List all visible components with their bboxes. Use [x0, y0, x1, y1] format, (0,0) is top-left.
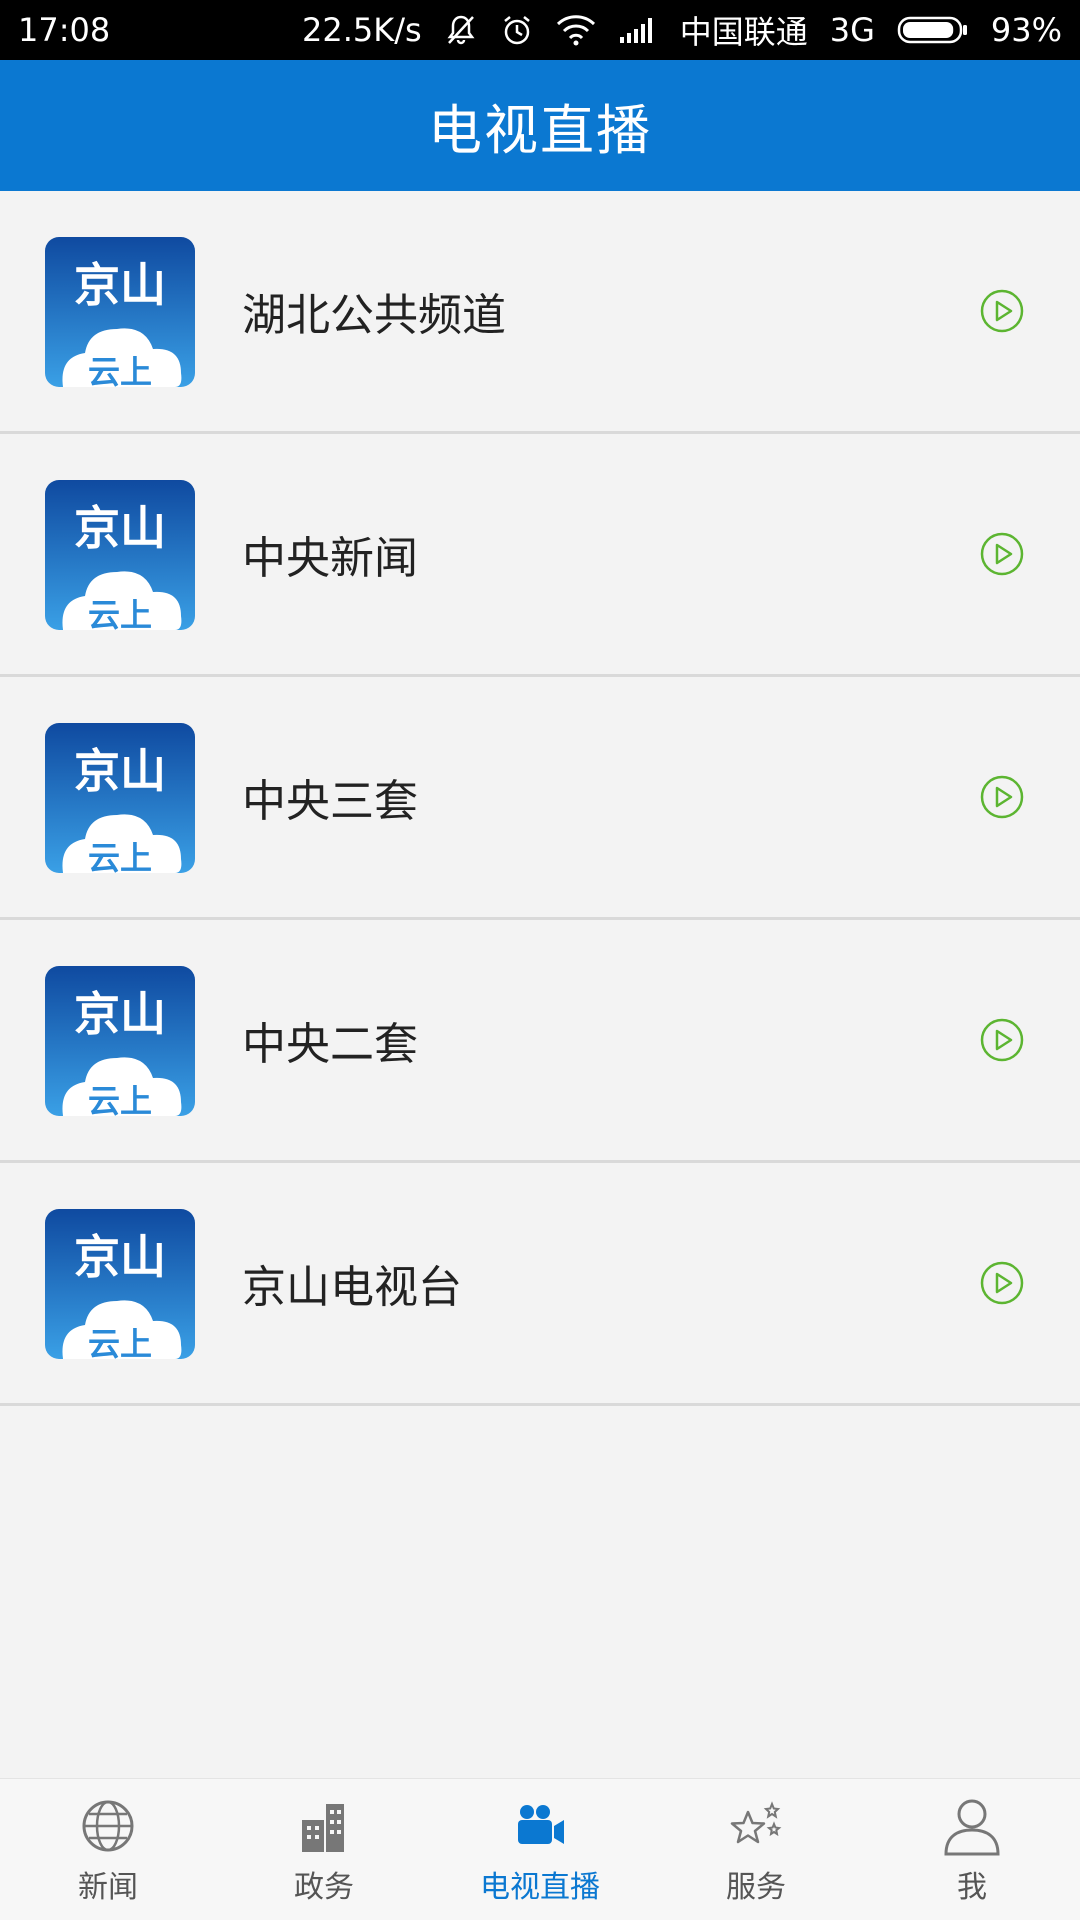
status-right: 22.5K/s 中国联通 3G 93% [302, 7, 1062, 53]
channel-list: 京山 云上 湖北公共频道 京山 云上 中央新闻 京山 云上 中央三套 京山 云上… [0, 191, 1080, 1406]
channel-logo: 京山 云上 [45, 237, 195, 387]
net-speed: 22.5K/s [302, 11, 422, 49]
channel-row[interactable]: 京山 云上 中央二套 [0, 920, 1080, 1163]
logo-text-top: 京山 [74, 1230, 166, 1284]
nav-label: 我 [957, 1870, 987, 1905]
channel-name: 中央新闻 [242, 533, 418, 584]
bottom-nav: 新闻 政务 电视直播 服务 我 [0, 1778, 1080, 1920]
play-icon[interactable] [980, 1261, 1024, 1305]
status-time: 17:08 [18, 11, 111, 49]
channel-name: 中央二套 [242, 1019, 418, 1070]
channel-name: 湖北公共频道 [242, 290, 506, 341]
channel-logo: 京山 云上 [45, 480, 195, 630]
page-title: 电视直播 [428, 99, 652, 162]
play-icon[interactable] [980, 775, 1024, 819]
nav-item-government[interactable]: 政务 [216, 1779, 432, 1920]
nav-label: 电视直播 [480, 1870, 600, 1905]
nav-label: 政务 [294, 1870, 354, 1905]
globe-icon [78, 1796, 138, 1856]
nav-item-tv-live[interactable]: 电视直播 [432, 1779, 648, 1920]
status-bar: 17:08 22.5K/s 中国联通 3G 93% [0, 0, 1080, 60]
channel-logo: 京山 云上 [45, 966, 195, 1116]
person-icon [942, 1796, 1002, 1856]
logo-text-bottom: 云上 [88, 596, 152, 630]
play-icon[interactable] [980, 289, 1024, 333]
nav-item-news[interactable]: 新闻 [0, 1779, 216, 1920]
battery-icon [897, 14, 969, 46]
channel-row[interactable]: 京山 云上 京山电视台 [0, 1163, 1080, 1406]
channel-name: 中央三套 [242, 776, 418, 827]
video-camera-icon [510, 1796, 570, 1856]
title-bar: 电视直播 [0, 60, 1080, 191]
logo-text-bottom: 云上 [88, 839, 152, 873]
nav-label: 服务 [726, 1870, 786, 1905]
channel-row[interactable]: 京山 云上 中央新闻 [0, 434, 1080, 677]
channel-logo: 京山 云上 [45, 723, 195, 873]
nav-item-me[interactable]: 我 [864, 1779, 1080, 1920]
logo-text-top: 京山 [74, 744, 166, 798]
network-type: 3G [829, 11, 875, 49]
stars-icon [726, 1796, 786, 1856]
building-icon [294, 1796, 354, 1856]
mute-bell-icon [444, 13, 478, 47]
logo-text-bottom: 云上 [88, 1325, 152, 1359]
play-icon[interactable] [980, 532, 1024, 576]
carrier-name: 中国联通 [679, 13, 808, 51]
nav-label: 新闻 [78, 1870, 138, 1905]
signal-icon [618, 15, 658, 45]
wifi-icon [556, 14, 596, 46]
battery-percent: 93% [990, 11, 1062, 49]
channel-name: 京山电视台 [242, 1262, 462, 1313]
logo-text-bottom: 云上 [88, 1082, 152, 1116]
channel-row[interactable]: 京山 云上 中央三套 [0, 677, 1080, 920]
logo-text-top: 京山 [74, 987, 166, 1041]
channel-row[interactable]: 京山 云上 湖北公共频道 [0, 191, 1080, 434]
logo-text-bottom: 云上 [88, 353, 152, 387]
logo-text-top: 京山 [74, 501, 166, 555]
play-icon[interactable] [980, 1018, 1024, 1062]
nav-item-services[interactable]: 服务 [648, 1779, 864, 1920]
channel-logo: 京山 云上 [45, 1209, 195, 1359]
alarm-icon [500, 13, 534, 47]
logo-text-top: 京山 [74, 258, 166, 312]
